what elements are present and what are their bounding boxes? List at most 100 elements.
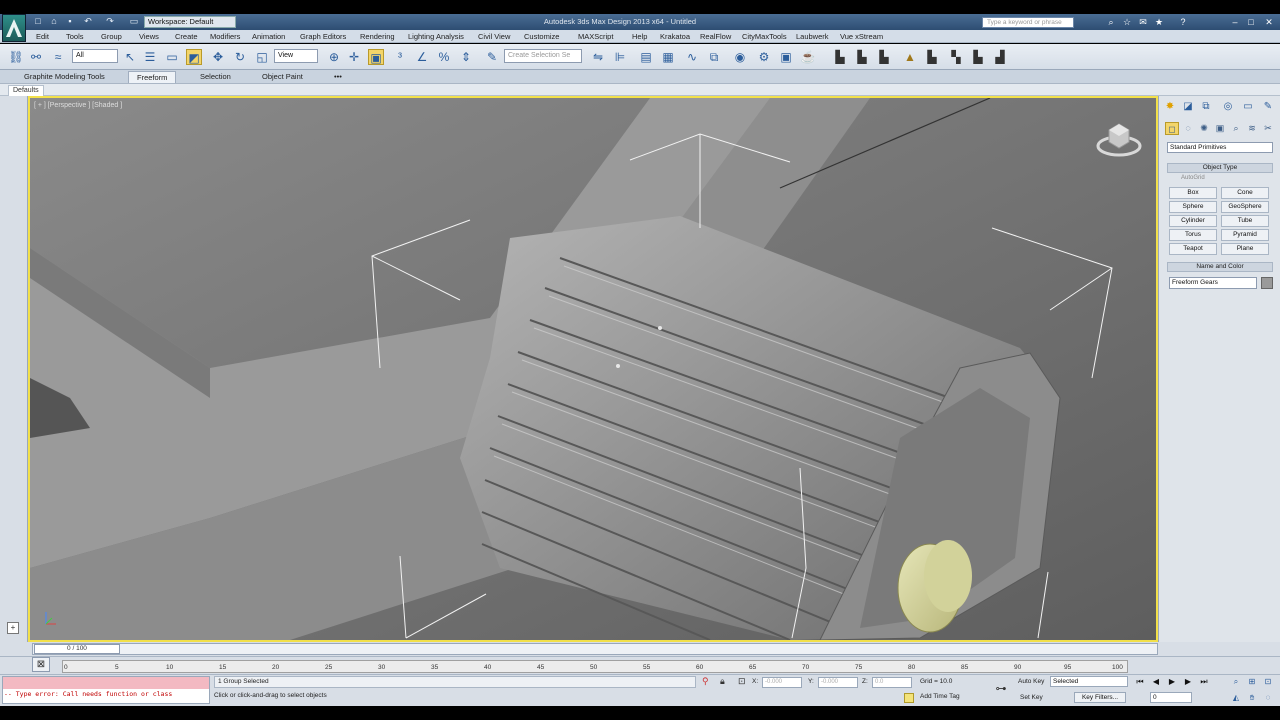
add-time-tag-button[interactable]: Add Time Tag	[904, 693, 960, 700]
custom-tool-7-icon[interactable]: ▙	[970, 49, 986, 65]
render-setup-icon[interactable]: ⚙	[756, 49, 772, 65]
helpers-icon[interactable]: ⌕	[1229, 122, 1243, 135]
menu-item-civil-view[interactable]: Civil View	[478, 31, 510, 42]
tab-object-paint[interactable]: Object Paint	[254, 71, 311, 83]
menu-item-customize[interactable]: Customize	[524, 31, 559, 42]
mirror-icon[interactable]: ⇋	[590, 49, 606, 65]
select-manipulate-icon[interactable]: ✛	[346, 49, 362, 65]
menu-item-help[interactable]: Help	[632, 31, 647, 42]
application-menu-icon[interactable]	[2, 14, 26, 42]
display-tab-icon[interactable]: ▭	[1241, 100, 1255, 114]
previous-frame-icon[interactable]: ◀	[1150, 676, 1162, 688]
custom-tool-2-icon[interactable]: ▙	[854, 49, 870, 65]
undo-icon[interactable]: ↶	[82, 16, 94, 27]
layer-manager-icon[interactable]: ▤	[638, 49, 654, 65]
search-icon[interactable]: ⌕	[1104, 16, 1118, 28]
key-filters-button[interactable]: Key Filters...	[1074, 692, 1126, 703]
viewport-label[interactable]: [ + ] [Perspective ] [Shaded ]	[34, 102, 122, 109]
field-of-view-icon[interactable]: ◭	[1230, 692, 1242, 704]
auto-key-button[interactable]: Auto Key	[1018, 678, 1044, 685]
keyboard-shortcut-override-icon[interactable]: ▣	[368, 49, 384, 65]
render-production-icon[interactable]: ☕	[800, 49, 816, 65]
name-and-color-rollout[interactable]: Name and Color	[1167, 262, 1273, 272]
hierarchy-tab-icon[interactable]: ⧉	[1199, 100, 1213, 114]
reference-coord-dropdown[interactable]: View	[274, 49, 318, 63]
x-coord-field[interactable]: -0.000	[762, 677, 802, 688]
plane-button[interactable]: Plane	[1221, 243, 1269, 255]
material-editor-icon[interactable]: ◉	[732, 49, 748, 65]
align-icon[interactable]: ⊫	[612, 49, 628, 65]
schematic-view-icon[interactable]: ⧉	[706, 49, 722, 65]
snaps-toggle-icon[interactable]: ³	[392, 49, 408, 65]
expand-icon[interactable]: +	[7, 622, 19, 634]
lights-icon[interactable]: ✺	[1197, 122, 1211, 135]
tab-selection[interactable]: Selection	[192, 71, 239, 83]
spinner-snap-icon[interactable]: ⇕	[458, 49, 474, 65]
time-slider-handle[interactable]: 0 / 100	[34, 644, 120, 654]
orbit-icon[interactable]: ◌	[1262, 692, 1274, 704]
workspace-dropdown[interactable]: Workspace: Default	[144, 16, 236, 28]
tube-button[interactable]: Tube	[1221, 215, 1269, 227]
help-search-input[interactable]: Type a keyword or phrase	[982, 17, 1074, 28]
geometry-icon[interactable]: ◻	[1165, 122, 1179, 135]
menu-item-citymaxtools[interactable]: CityMaxTools	[742, 31, 787, 42]
spacewarps-icon[interactable]: ≋	[1245, 122, 1259, 135]
tab-freeform[interactable]: Freeform	[128, 71, 177, 83]
modify-tab-icon[interactable]: ◪	[1181, 100, 1195, 114]
curve-editor-icon[interactable]: ∿	[684, 49, 700, 65]
subscription-icon[interactable]: ☆	[1120, 16, 1134, 28]
current-frame-field[interactable]: 0	[1150, 692, 1192, 703]
move-icon[interactable]: ✥	[210, 49, 226, 65]
torus-button[interactable]: Torus	[1169, 229, 1217, 241]
primitive-category-dropdown[interactable]: Standard Primitives	[1167, 142, 1273, 153]
y-coord-field[interactable]: -0.000	[818, 677, 858, 688]
box-button[interactable]: Box	[1169, 187, 1217, 199]
zoom-icon[interactable]: ⌕	[1230, 676, 1242, 688]
window-crossing-icon[interactable]: ◩	[186, 49, 202, 65]
select-object-icon[interactable]: ↖	[122, 49, 138, 65]
close-icon[interactable]: ✕	[1262, 16, 1276, 28]
motion-tab-icon[interactable]: ◎	[1221, 100, 1235, 114]
help-icon[interactable]: ?	[1176, 16, 1190, 28]
viewcube-icon[interactable]	[1096, 116, 1142, 162]
scale-icon[interactable]: ◱	[254, 49, 270, 65]
z-coord-field[interactable]: 0.0	[872, 677, 912, 688]
redo-icon[interactable]: ↷	[104, 16, 116, 27]
selection-filter-dropdown[interactable]: All	[72, 49, 118, 63]
menu-item-graph-editors[interactable]: Graph Editors	[300, 31, 346, 42]
object-name-input[interactable]: Freeform Gears	[1169, 277, 1257, 289]
ribbon-more-button[interactable]: •••	[326, 71, 350, 83]
rendered-frame-icon[interactable]: ▣	[778, 49, 794, 65]
cone-button[interactable]: Cone	[1221, 187, 1269, 199]
autogrid-checkbox[interactable]: AutoGrid	[1181, 175, 1205, 181]
zoom-all-icon[interactable]: ⊞	[1246, 676, 1258, 688]
object-color-swatch[interactable]	[1261, 277, 1273, 289]
angle-snap-icon[interactable]: ∠	[414, 49, 430, 65]
time-slider[interactable]	[32, 643, 1158, 655]
cylinder-button[interactable]: Cylinder	[1169, 215, 1217, 227]
rectangular-selection-icon[interactable]: ▭	[164, 49, 180, 65]
cameras-icon[interactable]: ▣	[1213, 122, 1227, 135]
select-by-name-icon[interactable]: ☰	[142, 49, 158, 65]
teapot-button[interactable]: Teapot	[1169, 243, 1217, 255]
menu-item-edit[interactable]: Edit	[36, 31, 49, 42]
rotate-icon[interactable]: ↻	[232, 49, 248, 65]
systems-icon[interactable]: ✂	[1261, 122, 1275, 135]
isolate-selection-icon[interactable]: ⚲	[702, 676, 712, 688]
perspective-viewport[interactable]: [ + ] [Perspective ] [Shaded ]	[28, 96, 1158, 642]
sphere-button[interactable]: Sphere	[1169, 201, 1217, 213]
maxscript-input[interactable]	[3, 677, 209, 689]
play-icon[interactable]: ▶	[1166, 676, 1178, 688]
pivot-center-icon[interactable]: ⊕	[326, 49, 342, 65]
custom-tool-1-icon[interactable]: ▙	[832, 49, 848, 65]
key-icon[interactable]: ⊶	[990, 683, 1012, 695]
project-icon[interactable]: ▭	[128, 16, 140, 27]
menu-item-create[interactable]: Create	[175, 31, 198, 42]
menu-item-animation[interactable]: Animation	[252, 31, 285, 42]
utilities-tab-icon[interactable]: ✎	[1261, 100, 1275, 114]
favorites-icon[interactable]: ★	[1152, 16, 1166, 28]
zoom-extents-icon[interactable]: ⊡	[1262, 676, 1274, 688]
communication-icon[interactable]: ✉	[1136, 16, 1150, 28]
custom-tool-5-icon[interactable]: ▙	[924, 49, 940, 65]
menu-item-realflow[interactable]: RealFlow	[700, 31, 731, 42]
